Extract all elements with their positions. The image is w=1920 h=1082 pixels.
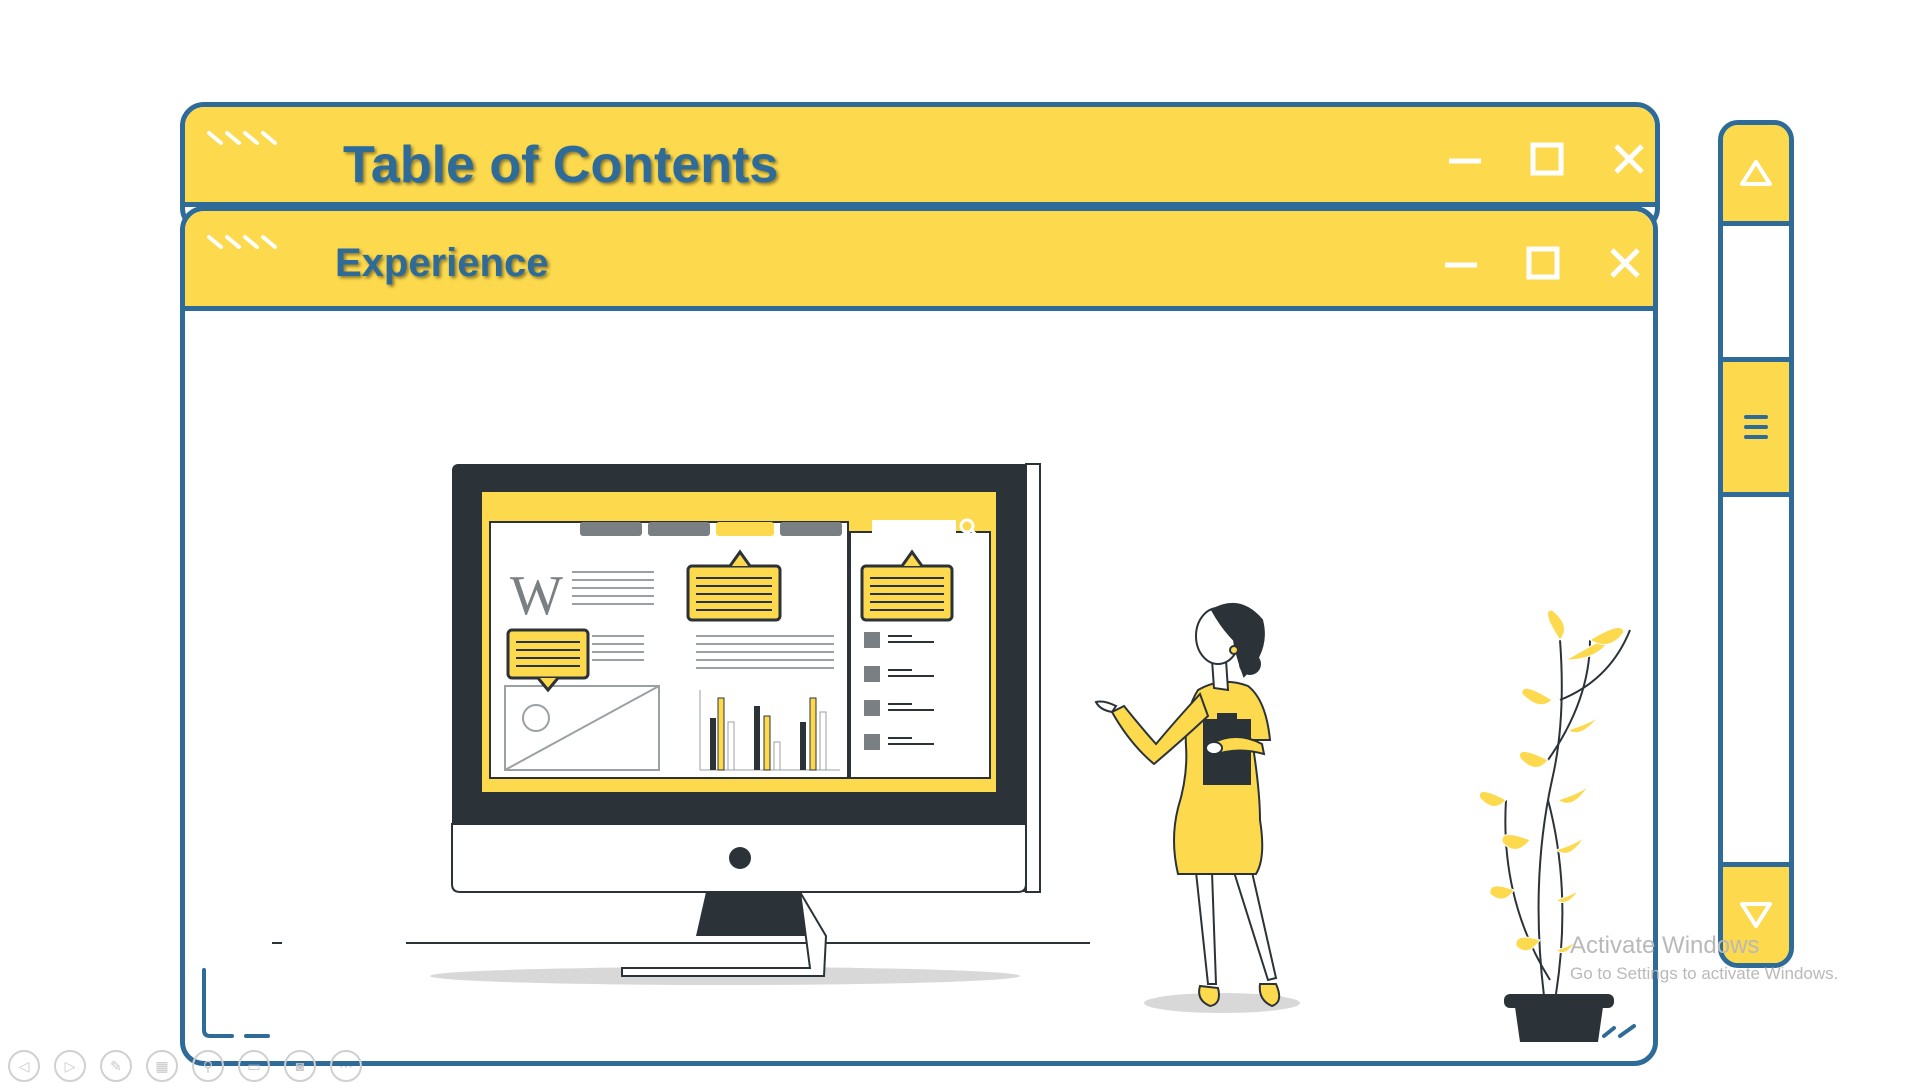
subtitles-button[interactable]: ▭ [238,1050,270,1082]
presenting-woman-icon [1094,602,1281,1008]
zoom-button[interactable]: ⚲ [192,1050,224,1082]
wiki-logo: W [510,565,563,627]
pen-button[interactable]: ✎ [100,1050,132,1082]
slideshow-controls: ◁ ▷ ✎ ▦ ⚲ ▭ ◙ ⋯ [8,1050,362,1082]
previous-slide-button[interactable]: ◁ [8,1050,40,1082]
grid-icon: ▦ [155,1057,169,1074]
monitor-icon: W [451,463,1041,977]
watermark-title: Activate Windows [1570,932,1760,959]
experience-illustration: W [202,463,1636,1042]
subtitles-icon: ▭ [247,1057,261,1074]
arrow-left-icon: ◁ [18,1057,30,1074]
corner-bracket-decoration [202,968,270,1038]
pen-icon: ✎ [110,1057,122,1074]
more-icon: ⋯ [339,1057,353,1074]
see-all-slides-button[interactable]: ▦ [146,1050,178,1082]
watermark-subtitle: Go to Settings to activate Windows. [1570,964,1839,983]
camera-icon: ◙ [295,1058,305,1074]
camera-button[interactable]: ◙ [284,1050,316,1082]
arrow-right-icon: ▷ [64,1057,76,1074]
magnifier-icon: ⚲ [202,1057,214,1074]
next-slide-button[interactable]: ▷ [54,1050,86,1082]
more-options-button[interactable]: ⋯ [330,1050,362,1082]
activate-windows-watermark: Activate Windows Go to Settings to activ… [1570,932,1838,984]
